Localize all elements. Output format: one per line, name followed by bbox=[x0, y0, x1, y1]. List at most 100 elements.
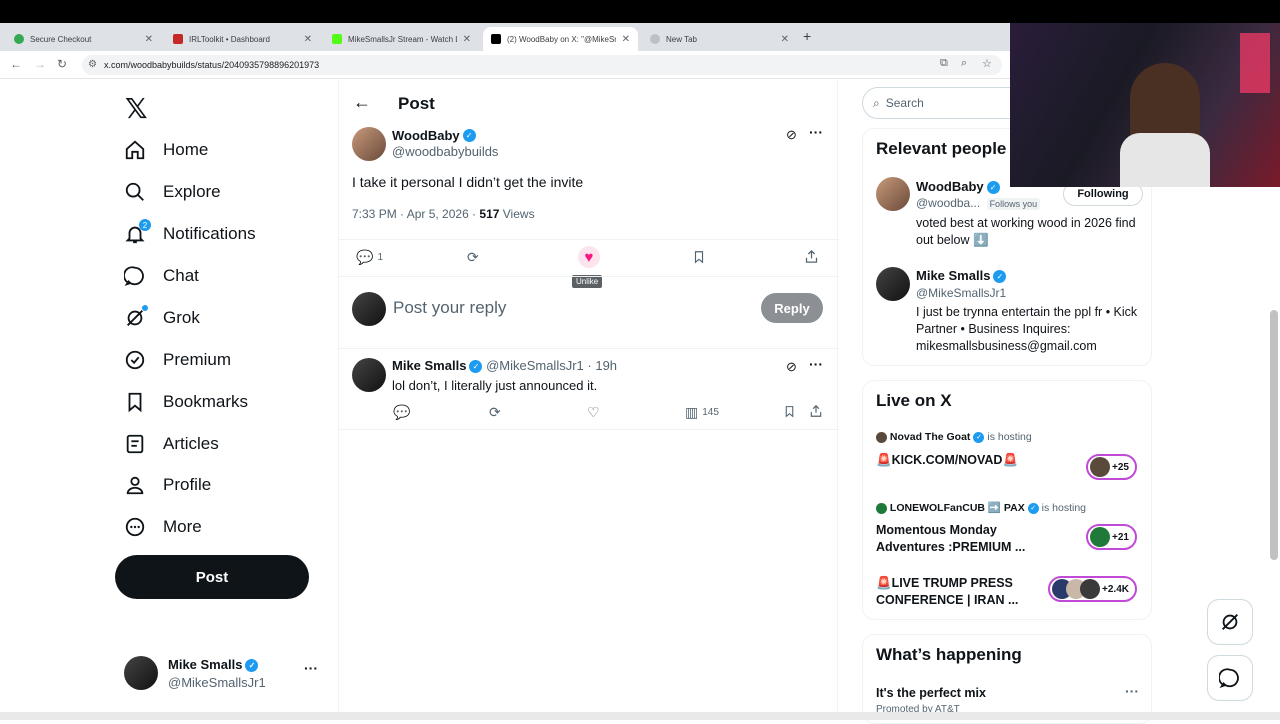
more-dots-icon[interactable]: ··· bbox=[809, 124, 823, 140]
url-field[interactable]: ⚙ x.com/woodbabybuilds/status/2040935798… bbox=[82, 55, 1002, 75]
back-arrow-icon[interactable]: ← bbox=[10, 57, 22, 71]
nav-bookmarks[interactable]: Bookmarks bbox=[124, 384, 248, 420]
zoom-icon[interactable]: ⌕ bbox=[961, 57, 967, 70]
views-action[interactable]: ▥ 145 bbox=[685, 404, 719, 421]
listener-count: +21 bbox=[1112, 531, 1129, 543]
live-title[interactable]: Momentous Monday Adventures :PREMIUM ... bbox=[876, 522, 1041, 556]
live-listeners-pill[interactable]: +21 bbox=[1086, 524, 1137, 550]
close-icon[interactable]: ✕ bbox=[145, 34, 153, 45]
avatar[interactable] bbox=[876, 177, 910, 211]
reply-action[interactable]: 💬 1 bbox=[356, 249, 383, 266]
avatar[interactable] bbox=[876, 267, 910, 301]
tab-kick-stream[interactable]: MikeSmallsJr Stream - Watch Li ✕ bbox=[324, 27, 479, 51]
post-meta: 7:33 PM · Apr 5, 2026 · 517 Views bbox=[352, 207, 535, 221]
live-host-row[interactable]: Novad The Goat ✓ is hosting bbox=[876, 431, 1032, 443]
live-title[interactable]: 🚨KICK.COM/NOVAD🚨 bbox=[876, 453, 1018, 468]
install-icon[interactable]: ⧉ bbox=[940, 57, 948, 70]
more-dots-icon[interactable]: ··· bbox=[1125, 683, 1139, 699]
avatar[interactable] bbox=[352, 358, 386, 392]
like-action[interactable]: ♡ bbox=[587, 404, 604, 421]
nav-profile[interactable]: Profile bbox=[124, 467, 211, 503]
grok-icon[interactable]: ⊘ bbox=[786, 127, 797, 143]
irltoolkit-icon bbox=[173, 34, 183, 44]
tab-x-post[interactable]: (2) WoodBaby on X: "@MikeSm ✕ bbox=[483, 27, 638, 51]
person-bio: voted best at working wood in 2026 find … bbox=[916, 216, 1136, 247]
views-label: Views bbox=[499, 207, 535, 221]
nav-home[interactable]: Home bbox=[124, 132, 208, 168]
new-tab-plus-icon[interactable]: + bbox=[803, 28, 811, 44]
tab-new-tab[interactable]: New Tab ✕ bbox=[642, 27, 797, 51]
repost-action[interactable]: ⟳ bbox=[467, 249, 483, 266]
person-handle[interactable]: @MikeSmallsJr1 bbox=[916, 286, 1006, 300]
person-handle[interactable]: @woodba... bbox=[916, 196, 980, 210]
close-icon[interactable]: ✕ bbox=[622, 34, 630, 45]
post-author-handle[interactable]: @woodbabybuilds bbox=[392, 144, 498, 159]
site-settings-icon[interactable]: ⚙ bbox=[88, 59, 97, 70]
nav-chat[interactable]: Chat bbox=[124, 258, 199, 294]
chat-float-button[interactable] bbox=[1207, 655, 1253, 701]
x-logo-icon[interactable]: 𝕏 bbox=[125, 92, 148, 125]
reply-button[interactable]: Reply bbox=[761, 293, 823, 323]
nav-label: Home bbox=[163, 140, 209, 159]
tab-title: MikeSmallsJr Stream - Watch Li bbox=[348, 34, 457, 44]
reply-action[interactable]: 💬 bbox=[393, 404, 414, 421]
tab-secure-checkout[interactable]: Secure Checkout ✕ bbox=[6, 27, 161, 51]
live-host-row[interactable]: LONEWOLFanCUB ➡️ PAX ✓ is hosting bbox=[876, 501, 1086, 514]
reply-input[interactable]: Post your reply bbox=[393, 298, 506, 318]
nav-grok[interactable]: Grok bbox=[124, 300, 200, 336]
repost-action[interactable]: ⟳ bbox=[489, 404, 505, 421]
grok-float-button[interactable] bbox=[1207, 599, 1253, 645]
star-icon[interactable]: ☆ bbox=[982, 57, 992, 70]
verified-icon: ✓ bbox=[462, 129, 476, 143]
page-scrollbar[interactable] bbox=[1270, 310, 1278, 560]
reply-text: lol don’t, I literally just announced it… bbox=[392, 378, 598, 393]
trend-title[interactable]: It's the perfect mix bbox=[876, 686, 986, 700]
bookmark-icon bbox=[124, 391, 146, 413]
more-dots-icon[interactable]: ··· bbox=[809, 356, 823, 372]
left-navigation: 𝕏 Home Explore 2 Notifications Chat Grok bbox=[110, 80, 338, 720]
post-button[interactable]: Post bbox=[115, 555, 309, 599]
reply-author-handle[interactable]: @MikeSmallsJr1 bbox=[486, 358, 584, 373]
bookmark-action[interactable] bbox=[692, 249, 706, 265]
os-taskbar bbox=[0, 712, 1280, 720]
chat-icon bbox=[1219, 668, 1239, 688]
post-author-name[interactable]: WoodBaby bbox=[392, 128, 460, 143]
nav-articles[interactable]: Articles bbox=[124, 426, 219, 462]
close-icon[interactable]: ✕ bbox=[781, 34, 789, 45]
heart-icon: ♡ bbox=[587, 404, 600, 420]
nav-label: More bbox=[163, 517, 202, 536]
account-switcher[interactable]: Mike Smalls ✓ @MikeSmallsJr1 ··· bbox=[124, 656, 324, 696]
bookmark-action[interactable] bbox=[783, 404, 796, 419]
share-action[interactable] bbox=[809, 404, 823, 418]
person-name[interactable]: Mike Smalls bbox=[916, 268, 990, 283]
live-title[interactable]: 🚨LIVE TRUMP PRESS CONFERENCE | IRAN ... bbox=[876, 575, 1041, 609]
back-arrow-icon[interactable]: ← bbox=[353, 92, 371, 113]
more-dots-icon[interactable]: ··· bbox=[304, 660, 318, 676]
like-action[interactable]: ♥ bbox=[578, 246, 600, 268]
notification-badge: 2 bbox=[139, 219, 151, 231]
reload-icon[interactable]: ↻ bbox=[57, 57, 67, 71]
host-name: Novad The Goat bbox=[889, 431, 971, 443]
reply-author-name[interactable]: Mike Smalls bbox=[392, 358, 466, 373]
live-listeners-pill[interactable]: +2.4K bbox=[1048, 576, 1137, 602]
nav-label: Chat bbox=[163, 266, 199, 285]
nav-premium[interactable]: Premium bbox=[124, 342, 231, 378]
share-action[interactable] bbox=[804, 249, 819, 264]
reply-count: 1 bbox=[377, 252, 383, 263]
person-name[interactable]: WoodBaby bbox=[916, 179, 984, 194]
tab-irltoolkit[interactable]: IRLToolkit • Dashboard ✕ bbox=[165, 27, 320, 51]
forward-arrow-icon[interactable]: → bbox=[34, 57, 46, 71]
reply-time[interactable]: · 19h bbox=[587, 358, 617, 373]
close-icon[interactable]: ✕ bbox=[304, 34, 312, 45]
nav-explore[interactable]: Explore bbox=[124, 174, 221, 210]
live-listeners-pill[interactable]: +25 bbox=[1086, 454, 1137, 480]
avatar[interactable] bbox=[352, 127, 386, 161]
post-timestamp[interactable]: 7:33 PM · Apr 5, 2026 · bbox=[352, 207, 479, 221]
nav-more[interactable]: More bbox=[124, 509, 202, 545]
grok-icon[interactable]: ⊘ bbox=[786, 359, 797, 375]
close-icon[interactable]: ✕ bbox=[463, 34, 471, 45]
person-icon bbox=[124, 474, 146, 496]
nav-label: Articles bbox=[163, 434, 219, 453]
account-name: Mike Smalls bbox=[168, 657, 243, 672]
nav-notifications[interactable]: 2 Notifications bbox=[124, 216, 256, 252]
